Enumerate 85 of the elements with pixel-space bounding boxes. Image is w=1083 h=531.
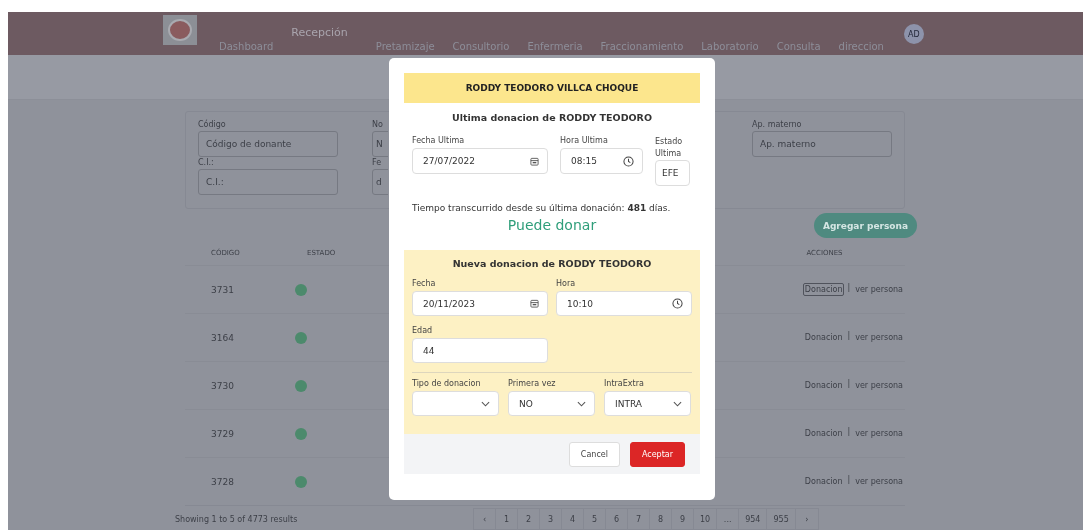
nav-link[interactable]: Fraccionamiento	[600, 41, 684, 52]
input-field[interactable]: 10:10	[556, 291, 692, 316]
view-person-link[interactable]: ver persona	[853, 475, 905, 488]
select-field[interactable]: NO	[508, 391, 595, 416]
user-avatar[interactable]: AD	[903, 24, 924, 44]
clock-icon	[672, 298, 683, 309]
section-title: Nueva donacion de RODDY TEODORO	[451, 258, 653, 269]
page-button[interactable]: 10	[694, 509, 718, 529]
input-field[interactable]: EFE	[655, 160, 690, 186]
field-label: Estado Ultima	[655, 136, 684, 160]
donation-link[interactable]: Donacion	[802, 379, 845, 392]
page-button[interactable]: 2	[518, 509, 540, 529]
elapsed-time-text: Tiempo transcurrido desde su última donación: 481 días.	[412, 203, 672, 213]
nav-link[interactable]: Recepción	[291, 26, 348, 52]
field-label: Fe	[372, 158, 383, 169]
page-button[interactable]: 955	[767, 509, 796, 529]
page-button[interactable]: 5	[584, 509, 606, 529]
filter-input[interactable]: Código de donante	[198, 131, 338, 157]
nav-link[interactable]: Pretamizaje	[375, 41, 435, 52]
select-field[interactable]	[412, 391, 499, 416]
results-summary: Showing 1 to 5 of 4773 results	[175, 514, 299, 524]
donation-link[interactable]: Donacion	[802, 331, 845, 344]
view-person-link[interactable]: ver persona	[853, 379, 905, 392]
previous-page-button[interactable]: ‹	[474, 509, 496, 529]
donor-name: RODDY TEODORO VILLCA CHOQUE	[465, 83, 639, 93]
add-person-button[interactable]: Agregar persona	[813, 213, 917, 238]
calendar-icon	[530, 156, 539, 166]
separator-text: |	[847, 427, 851, 438]
table-cell-text: 3731	[210, 284, 235, 295]
view-person-link[interactable]: ver persona	[853, 427, 905, 440]
nav-link[interactable]: Enfermeria	[527, 41, 583, 52]
input-field[interactable]: 08:15	[560, 148, 643, 174]
input-field[interactable]: 44	[412, 338, 548, 363]
field-label: Hora	[556, 279, 577, 290]
calendar-icon	[530, 299, 539, 308]
table-cell-text: 3164	[210, 332, 235, 343]
field-label: No	[372, 120, 384, 131]
table-cell-text: 3730	[210, 380, 235, 391]
nav-link[interactable]: Dashboard	[219, 41, 274, 52]
page-button[interactable]: 8	[650, 509, 672, 529]
chevron-down-icon	[577, 400, 586, 407]
field-label: Fecha	[412, 279, 437, 290]
nav-link[interactable]: Laboratorio	[701, 41, 759, 52]
page-button[interactable]: 3	[540, 509, 562, 529]
input-field[interactable]: 20/11/2023	[412, 291, 548, 316]
page-button[interactable]: 4	[562, 509, 584, 529]
field-label: Fecha Ultima	[412, 136, 466, 147]
input-field[interactable]: 27/07/2022	[412, 148, 548, 174]
select-field[interactable]: INTRA	[604, 391, 691, 416]
eligibility-status: Puede donar	[506, 217, 598, 233]
page-button[interactable]: 9	[672, 509, 694, 529]
page-button[interactable]: 7	[628, 509, 650, 529]
chevron-down-icon	[481, 400, 490, 407]
page-button[interactable]: ...	[717, 509, 740, 529]
next-page-button[interactable]: ›	[795, 509, 818, 529]
field-label: Hora Ultima	[560, 136, 609, 147]
page-button[interactable]: 954	[739, 509, 768, 529]
field-label: Código	[198, 120, 227, 131]
chevron-down-icon	[673, 400, 682, 407]
donation-link[interactable]: Donacion	[802, 283, 845, 296]
accept-button[interactable]: Aceptar	[629, 441, 685, 467]
page-button[interactable]: 1	[496, 509, 518, 529]
donation-link[interactable]: Donacion	[802, 475, 845, 488]
field-label: Edad	[412, 326, 434, 337]
separator-text: |	[847, 475, 851, 486]
filter-input[interactable]: C.I.:	[198, 169, 338, 195]
separator-text: |	[847, 283, 851, 294]
field-label: C.I.:	[198, 158, 215, 169]
field-label: Ap. materno	[752, 120, 803, 131]
separator-text: |	[847, 331, 851, 342]
page-button[interactable]: 6	[606, 509, 628, 529]
cancel-button[interactable]: Cancel	[568, 441, 620, 467]
section-title: Ultima donacion de RODDY TEODORO	[451, 112, 653, 123]
logo-icon	[163, 15, 197, 45]
donation-link[interactable]: Donacion	[802, 427, 845, 440]
table-cell-text: 3728	[210, 476, 235, 487]
clock-icon	[623, 155, 634, 167]
field-label: Primera vez	[508, 379, 557, 390]
view-person-link[interactable]: ver persona	[853, 283, 905, 296]
table-cell-text: 3729	[210, 428, 235, 439]
view-person-link[interactable]: ver persona	[853, 331, 905, 344]
field-label: IntraExtra	[604, 379, 645, 390]
separator-text: |	[847, 379, 851, 390]
field-label: Tipo de donacion	[412, 379, 482, 390]
filter-input[interactable]: Ap. materno	[752, 131, 892, 157]
